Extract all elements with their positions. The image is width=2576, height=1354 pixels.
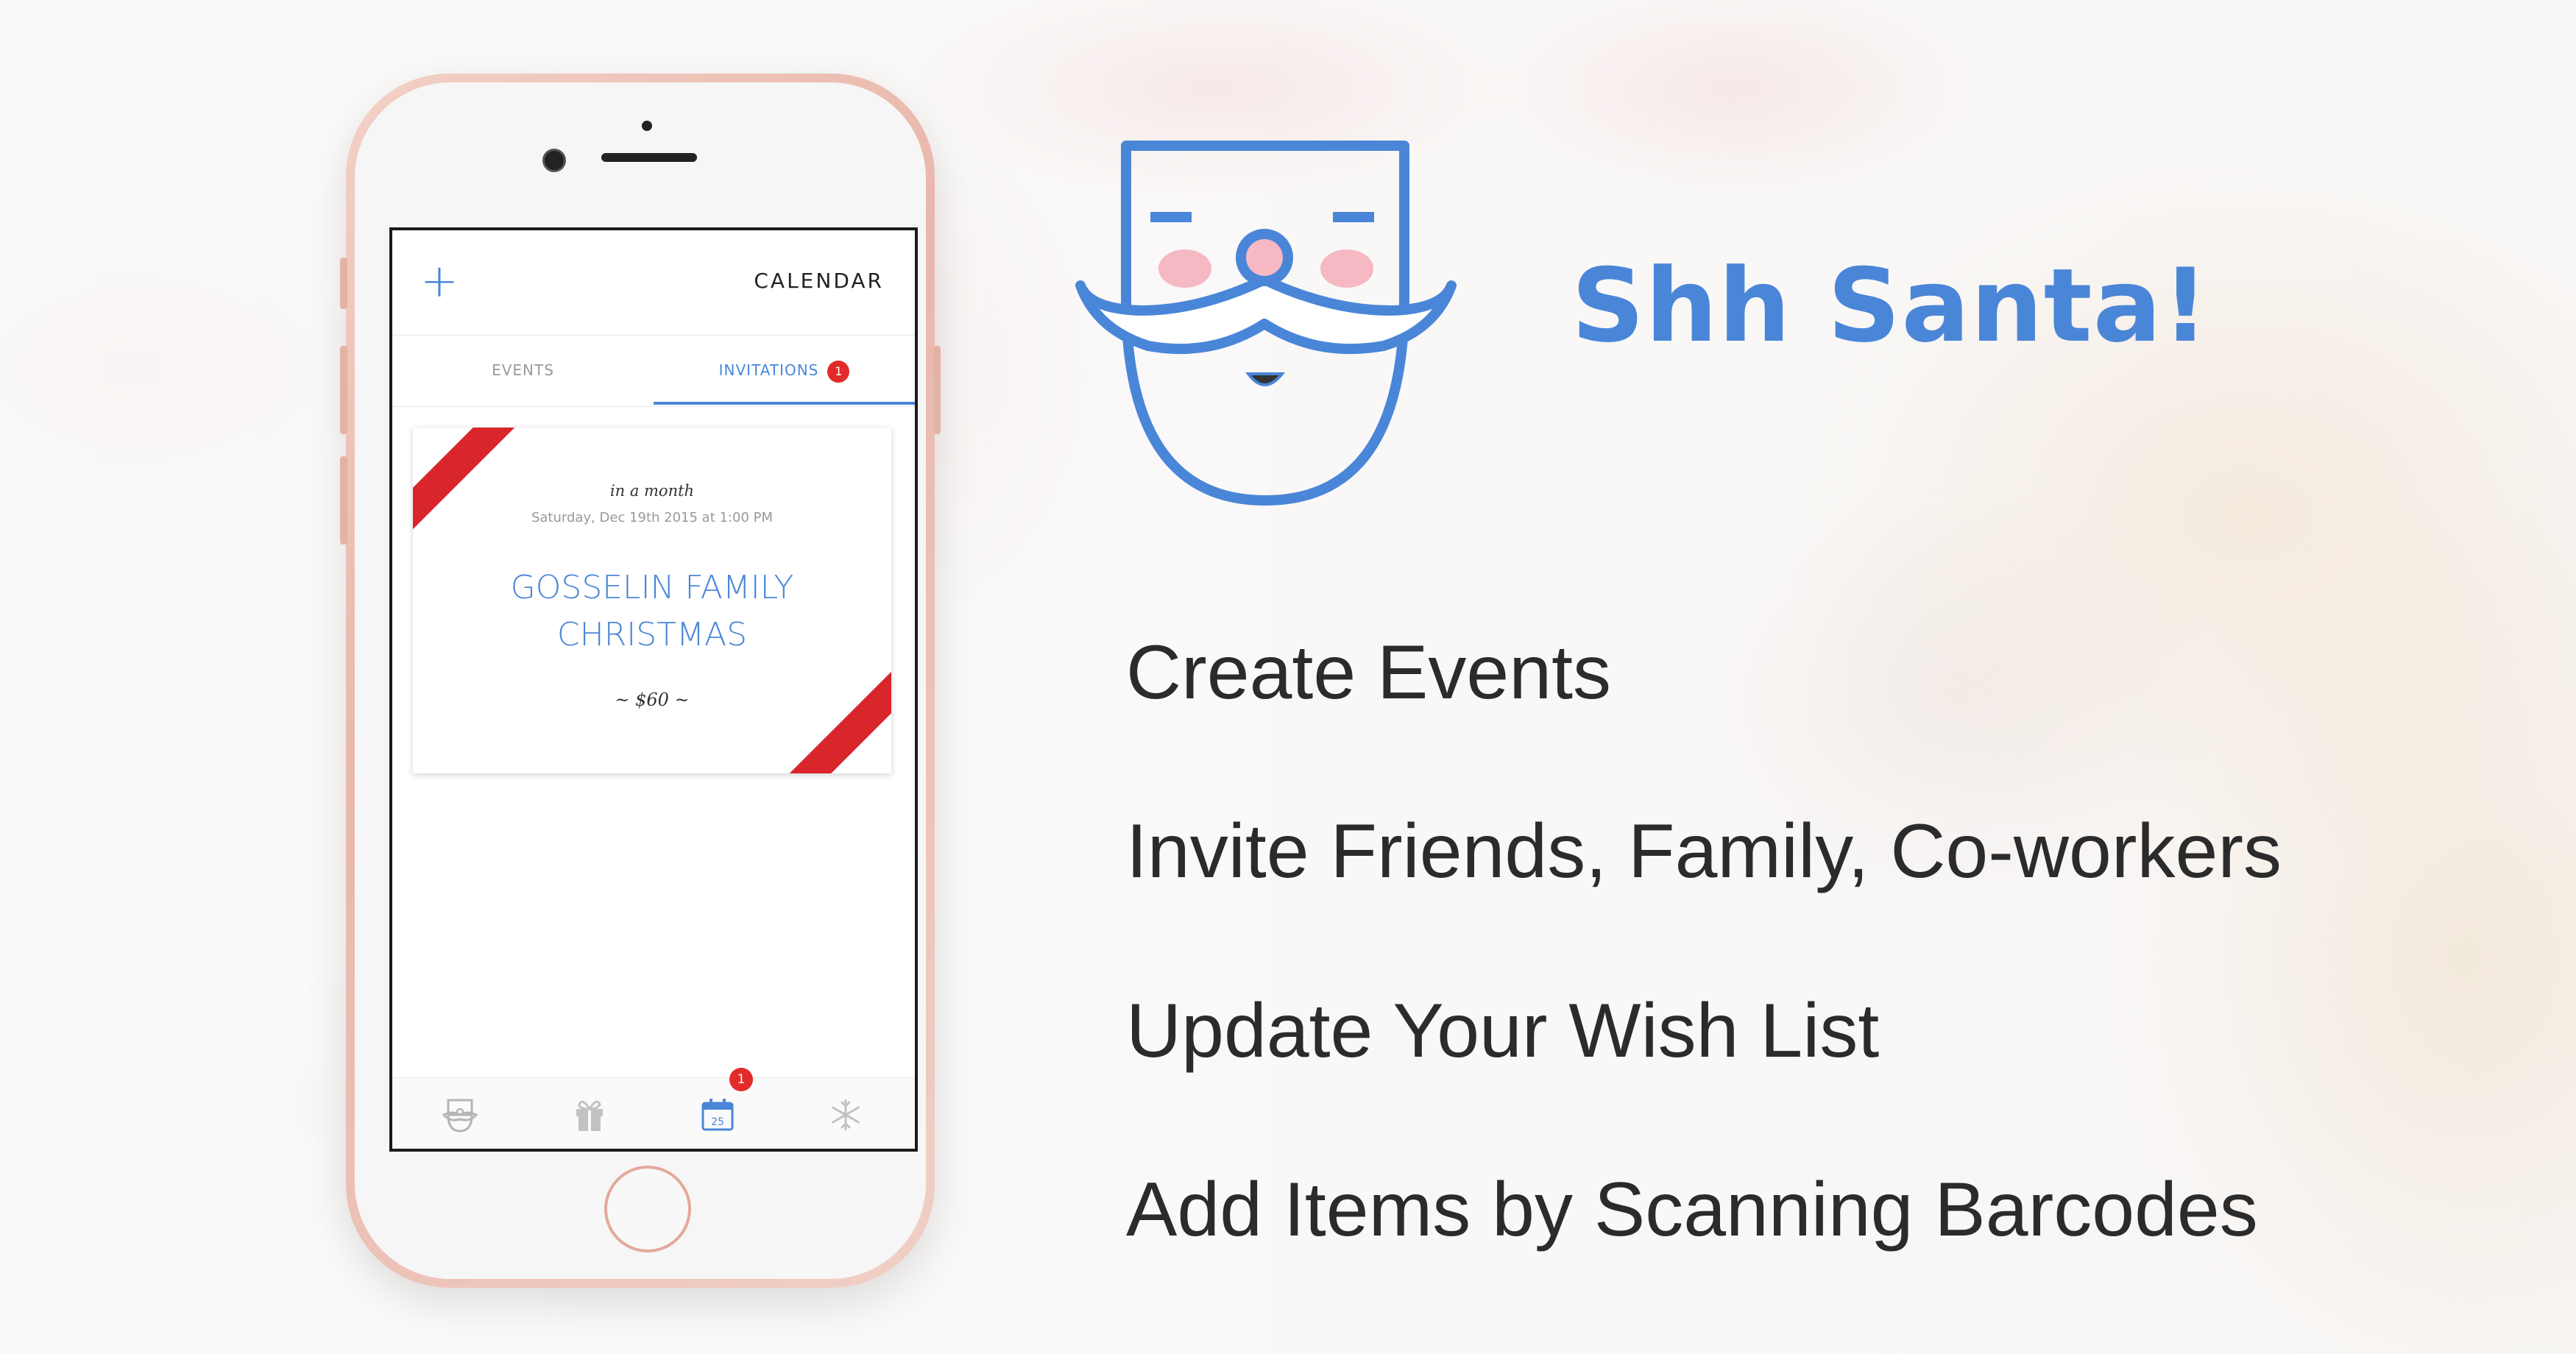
invitations-badge: 1 <box>827 360 850 383</box>
tab-invitations-label: INVITATIONS <box>718 361 819 379</box>
tab-invitations[interactable]: INVITATIONS 1 <box>654 336 915 405</box>
invitation-title: GOSSELIN FAMILY CHRISTMAS <box>468 564 836 659</box>
tab-events-label: EVENTS <box>492 361 554 379</box>
santa-face-icon <box>1075 141 1457 506</box>
nav-bar: + CALENDAR <box>392 230 915 335</box>
nav-title: CALENDAR <box>754 269 884 293</box>
volume-down-button <box>340 456 347 545</box>
santa-icon[interactable] <box>438 1093 482 1137</box>
invitation-card[interactable]: in a month Saturday, Dec 19th 2015 at 1:… <box>413 428 891 773</box>
plus-icon[interactable]: + <box>420 258 459 304</box>
invitation-price: ~ $60 ~ <box>615 690 690 710</box>
segmented-tabs: EVENTS INVITATIONS 1 <box>392 335 915 407</box>
phone-front: + CALENDAR EVENTS INVITATIONS 1 in a mont… <box>355 82 926 1279</box>
feature-scan-barcodes: Add Items by Scanning Barcodes <box>1126 1167 2258 1252</box>
feature-wish-list: Update Your Wish List <box>1126 988 1880 1074</box>
volume-up-button <box>340 346 347 434</box>
ribbon-bottom-right <box>782 656 891 773</box>
feature-create-events: Create Events <box>1126 630 1611 715</box>
snowflake-icon[interactable] <box>824 1093 868 1137</box>
bottom-tab-bar: 25 1 <box>392 1068 915 1149</box>
app-name: Shh Santa! <box>1571 247 2209 365</box>
tab-events[interactable]: EVENTS <box>392 336 654 405</box>
proximity-sensor <box>642 121 652 131</box>
phone-mockup: + CALENDAR EVENTS INVITATIONS 1 in a mont… <box>340 74 941 1288</box>
feature-invite: Invite Friends, Family, Co-workers <box>1126 809 2282 894</box>
earpiece-speaker <box>601 153 697 162</box>
home-button[interactable] <box>604 1166 691 1252</box>
phone-screen: + CALENDAR EVENTS INVITATIONS 1 in a mont… <box>389 227 918 1152</box>
invitation-relative-time: in a month <box>609 482 695 500</box>
invitation-title-line2: CHRISTMAS <box>556 616 748 653</box>
calendar-badge: 1 <box>729 1068 753 1091</box>
power-button <box>933 346 941 434</box>
invitation-date: Saturday, Dec 19th 2015 at 1:00 PM <box>531 510 774 525</box>
gift-icon[interactable] <box>567 1093 612 1137</box>
invitation-title-line1: GOSSELIN FAMILY <box>510 569 794 606</box>
mute-switch <box>340 258 347 309</box>
calendar-day-number: 25 <box>711 1116 724 1128</box>
calendar-icon[interactable]: 25 <box>696 1093 740 1137</box>
front-camera <box>542 149 566 172</box>
